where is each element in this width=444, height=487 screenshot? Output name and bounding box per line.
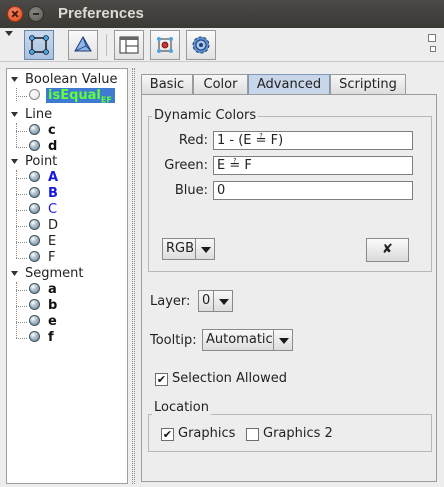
visible-object-icon[interactable] <box>29 124 40 135</box>
advanced-settings-icon <box>192 36 210 54</box>
tree-item-a-segment[interactable]: a <box>29 282 57 298</box>
tab-scripting[interactable]: Scripting <box>330 74 406 95</box>
selection-allowed-label: Selection Allowed <box>172 371 287 386</box>
dynamic-colors-legend: Dynamic Colors <box>152 108 259 123</box>
graphics-2-checkbox[interactable] <box>246 428 259 441</box>
visible-object-icon[interactable] <box>29 235 40 246</box>
tree-item-c[interactable]: c <box>29 123 56 139</box>
split-pane-divider[interactable] <box>132 68 135 484</box>
red-field[interactable]: 1 - (E ≟ F) <box>213 131 413 150</box>
graphics-view-icon <box>29 35 49 55</box>
object-tree[interactable]: Boolean Value isEqualEF Line c d Point A… <box>6 68 128 484</box>
toolbar-separator <box>106 34 107 56</box>
chevron-down-icon <box>213 291 232 311</box>
graphics-checkbox[interactable]: ✔ <box>161 428 174 441</box>
defaults-button[interactable] <box>150 30 180 60</box>
defaults-icon <box>157 37 173 53</box>
window-title: Preferences <box>58 5 144 22</box>
layer-label: Layer: <box>150 294 191 309</box>
tree-item-a-point[interactable]: A <box>29 170 58 186</box>
hidden-object-icon[interactable] <box>29 89 40 100</box>
visible-object-icon[interactable] <box>29 315 40 326</box>
tree-group-line[interactable]: Line <box>25 107 52 123</box>
chevron-down-icon <box>195 239 214 259</box>
chevron-down-icon <box>273 330 292 350</box>
visible-object-icon[interactable] <box>29 283 40 294</box>
tooltip-label: Tooltip: <box>150 333 197 348</box>
layout-button[interactable] <box>114 30 144 60</box>
detach-icon[interactable] <box>430 46 436 52</box>
advanced-settings-button[interactable] <box>186 30 216 60</box>
tree-item-b-segment[interactable]: b <box>29 298 57 314</box>
clear-dynamic-colors-button[interactable]: ✘ <box>366 238 409 262</box>
tree-item-c-point[interactable]: C <box>29 202 57 218</box>
advanced-tab-panel: Dynamic Colors Red: 1 - (E ≟ F) Green: E… <box>141 94 437 482</box>
color-mode-dropdown[interactable]: RGB <box>162 238 215 260</box>
graphics-3d-button[interactable] <box>68 30 98 60</box>
visible-object-icon[interactable] <box>29 331 40 342</box>
tooltip-dropdown[interactable]: Automatic <box>202 329 293 351</box>
visible-object-icon[interactable] <box>29 171 40 182</box>
tree-group-point[interactable]: Point <box>25 154 57 170</box>
tree-item-d-point[interactable]: D <box>29 218 58 234</box>
visible-object-icon[interactable] <box>29 203 40 214</box>
visible-object-icon[interactable] <box>29 219 40 230</box>
tab-color[interactable]: Color <box>193 74 248 95</box>
red-label: Red: <box>178 133 208 148</box>
visible-object-icon[interactable] <box>29 140 40 151</box>
graphics-3d-icon <box>74 35 92 52</box>
tree-item-b-point[interactable]: B <box>29 186 58 202</box>
selection-allowed-checkbox[interactable]: ✔ <box>155 373 168 386</box>
visible-object-icon[interactable] <box>29 187 40 198</box>
blue-field[interactable]: 0 <box>213 181 413 200</box>
layer-dropdown[interactable]: 0 <box>198 290 233 312</box>
layout-icon <box>119 36 139 54</box>
toolbar-menu-arrow-icon[interactable] <box>5 31 13 36</box>
tree-item-isequal[interactable]: isEqualEF <box>29 88 115 105</box>
green-label: Green: <box>164 158 208 173</box>
tree-item-e-point[interactable]: E <box>29 234 56 250</box>
tree-item-e-segment[interactable]: e <box>29 314 57 330</box>
location-legend: Location <box>152 400 211 415</box>
collapse-toggle-icon[interactable] <box>10 110 19 119</box>
collapse-toggle-icon[interactable] <box>10 75 19 84</box>
tab-advanced[interactable]: Advanced <box>248 74 330 96</box>
collapse-toggle-icon[interactable] <box>10 269 19 278</box>
tree-item-f-point[interactable]: F <box>29 250 55 266</box>
visible-object-icon[interactable] <box>29 251 40 262</box>
blue-label: Blue: <box>174 183 208 198</box>
title-bar: Preferences <box>0 0 444 28</box>
visible-object-icon[interactable] <box>29 299 40 310</box>
tree-item-d[interactable]: d <box>29 139 57 155</box>
graphics-label: Graphics <box>178 426 236 441</box>
green-field[interactable]: E ≟ F <box>213 156 413 175</box>
toolbar <box>0 28 444 62</box>
tree-item-f-segment[interactable]: f <box>29 330 54 346</box>
graphics-view-button[interactable] <box>24 30 54 60</box>
collapse-toggle-icon[interactable] <box>10 157 19 166</box>
tree-group-segment[interactable]: Segment <box>25 266 84 282</box>
restore-icon[interactable] <box>428 34 436 42</box>
close-window-button[interactable] <box>7 6 23 22</box>
tree-group-boolean-value[interactable]: Boolean Value <box>25 72 117 88</box>
tab-basic[interactable]: Basic <box>141 74 193 95</box>
graphics-2-label: Graphics 2 <box>263 426 333 441</box>
minimize-window-button[interactable] <box>28 6 44 22</box>
